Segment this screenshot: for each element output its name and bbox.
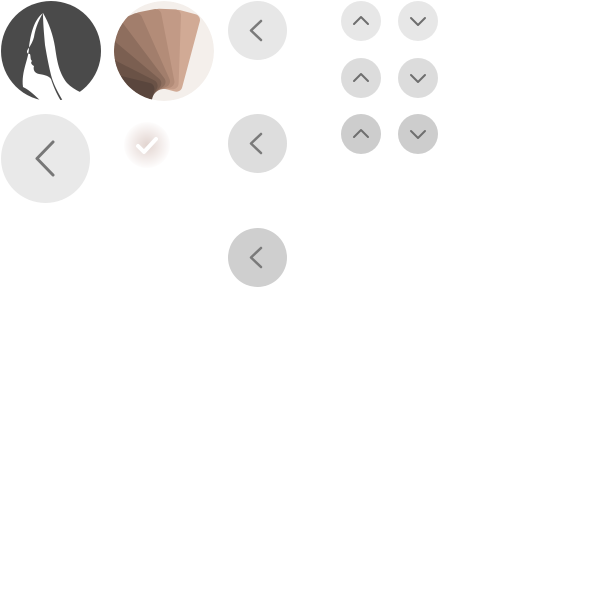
scroll-down-button-hover[interactable] <box>398 58 438 98</box>
chevron-left-icon <box>249 19 263 42</box>
chevron-down-icon <box>410 17 426 26</box>
icon-sprite-sheet <box>0 0 600 600</box>
chevron-up-icon <box>353 73 369 82</box>
scroll-up-button-hover[interactable] <box>341 58 381 98</box>
checkmark-badge <box>124 122 170 168</box>
chevron-left-icon <box>35 140 55 177</box>
chevron-up-icon <box>353 129 369 138</box>
scroll-up-button-normal[interactable] <box>341 1 381 41</box>
large-back-button[interactable] <box>1 114 90 203</box>
scroll-down-button-pressed[interactable] <box>398 114 438 154</box>
chevron-down-icon <box>410 74 426 83</box>
scroll-up-button-pressed[interactable] <box>341 114 381 154</box>
color-fan-swatch-icon <box>114 1 214 101</box>
chevron-up-icon <box>353 16 369 25</box>
scroll-down-button-normal[interactable] <box>398 1 438 41</box>
chevron-left-icon <box>249 246 263 269</box>
chevron-left-icon <box>249 132 263 155</box>
checkmark-icon <box>136 137 158 154</box>
chevron-down-icon <box>410 130 426 139</box>
back-button-pressed[interactable] <box>228 228 287 287</box>
woman-profile-icon <box>1 1 101 101</box>
back-button-hover[interactable] <box>228 114 287 173</box>
back-button-normal[interactable] <box>228 1 287 60</box>
